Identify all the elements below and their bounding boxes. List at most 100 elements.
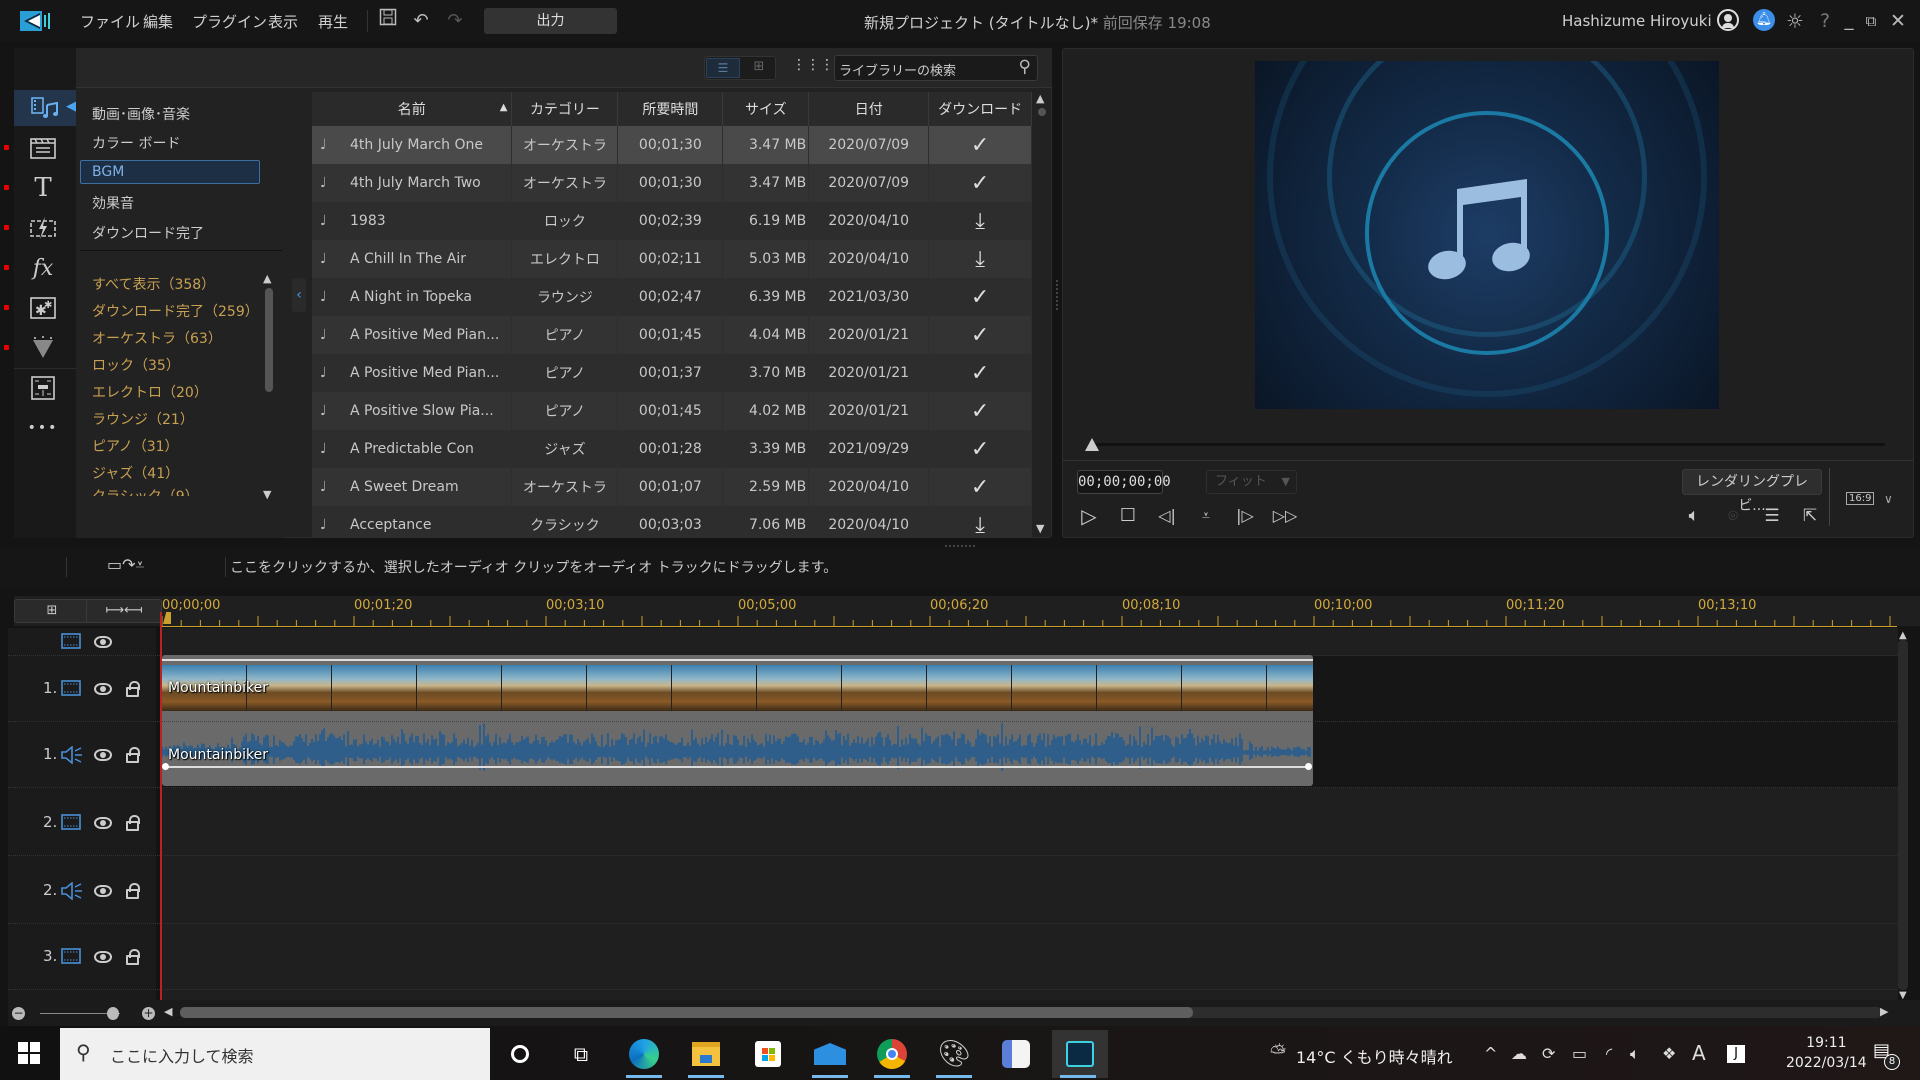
undo-icon[interactable]: ↶ xyxy=(408,8,434,34)
visibility-eye-icon[interactable] xyxy=(94,636,112,648)
visibility-eye-icon[interactable] xyxy=(94,683,112,695)
table-scroll-thumb[interactable] xyxy=(1038,108,1046,116)
aspect-chevron-icon[interactable]: ∨ xyxy=(1884,492,1893,506)
subtitle-room-icon[interactable] xyxy=(14,370,72,406)
aspect-ratio-badge[interactable]: 16:9 xyxy=(1846,492,1875,505)
filter-rock[interactable]: ロック（35） xyxy=(92,355,180,375)
particle-room-icon[interactable] xyxy=(4,330,72,366)
download-icon[interactable]: ⤓ xyxy=(928,506,1032,538)
split-marker-icon[interactable]: ⩡ xyxy=(1192,502,1220,530)
effect-room-icon[interactable]: fx xyxy=(4,250,72,286)
pip-room-icon[interactable]: ✱ ✱ xyxy=(4,290,72,326)
table-row[interactable]: ♩ A Night in Topeka ラウンジ 00;02;47 6.39 MB 202… xyxy=(312,278,1032,316)
category-bgm[interactable]: BGM xyxy=(80,160,260,184)
tl-scroll-up-icon[interactable]: ▲ xyxy=(1899,630,1907,641)
file-explorer-icon[interactable] xyxy=(680,1030,732,1078)
filter-piano[interactable]: ピアノ（31） xyxy=(92,436,179,456)
more-rooms-icon[interactable]: ••• xyxy=(14,410,72,446)
weather-text[interactable]: 14°C くもり時々晴れ xyxy=(1296,1044,1453,1068)
col-header-size[interactable]: サイズ xyxy=(722,92,810,126)
media-room-icon[interactable]: ◀ xyxy=(14,90,76,126)
col-header-duration[interactable]: 所要時間 xyxy=(617,92,724,126)
title-room-icon[interactable]: T xyxy=(4,170,72,206)
table-row[interactable]: ♩ A Positive Med Pian... ピアノ 00;01;45 4.04 M… xyxy=(312,316,1032,354)
zoom-fit-select[interactable]: フィット ▼ xyxy=(1206,470,1297,494)
filter-electro[interactable]: エレクトロ（20） xyxy=(92,382,208,402)
cortana-icon[interactable] xyxy=(494,1030,546,1078)
visibility-eye-icon[interactable] xyxy=(94,749,112,761)
visibility-eye-icon[interactable] xyxy=(94,817,112,829)
hscroll-right-icon[interactable]: ▶ xyxy=(1880,1005,1888,1018)
system-clock[interactable]: 19:11 2022/03/14 xyxy=(1786,1033,1867,1073)
volume-keyframe-end[interactable] xyxy=(1305,763,1312,770)
filter-downloaded[interactable]: ダウンロード完了（259） xyxy=(92,301,259,321)
track-lock-icon[interactable] xyxy=(126,681,140,697)
dropbox-icon[interactable]: ❖ xyxy=(1662,1044,1676,1063)
playhead-line[interactable] xyxy=(160,612,162,1002)
filter-all[interactable]: すべて表示（358） xyxy=(92,274,215,294)
search-icon[interactable]: ⚲ xyxy=(1019,57,1031,77)
volume-tray-icon[interactable]: 🔈︎ xyxy=(1630,1044,1640,1064)
output-button[interactable]: 出力 xyxy=(484,8,617,34)
volume-keyframe-start[interactable] xyxy=(162,763,169,770)
close-icon[interactable]: ✕ xyxy=(1885,8,1911,34)
task-view-icon[interactable]: ⧉ xyxy=(555,1030,607,1078)
menu-playback[interactable]: 再生 xyxy=(318,11,348,32)
fast-forward-icon[interactable]: ▷▷ xyxy=(1271,502,1299,530)
col-header-download[interactable]: ダウンロード xyxy=(928,92,1032,126)
table-row[interactable]: ♩ 1983 ロック 00;02;39 6.19 MB 2020/04/10 ⤓ xyxy=(312,202,1032,240)
save-icon[interactable] xyxy=(375,8,401,34)
hscroll-thumb[interactable] xyxy=(180,1007,1193,1018)
filter-jazz[interactable]: ジャズ（41） xyxy=(92,463,179,483)
menu-file[interactable]: ファイル xyxy=(80,11,140,32)
visibility-eye-icon[interactable] xyxy=(94,885,112,897)
library-search-input[interactable]: ライブラリーの検索 ⚲ xyxy=(834,55,1038,81)
chrome-icon[interactable] xyxy=(866,1030,918,1078)
table-row[interactable]: ♩ A Positive Med Pian... ピアノ 00;01;37 3.70 M… xyxy=(312,354,1032,392)
filter-scroll-down-icon[interactable]: ▼ xyxy=(263,488,271,501)
windows-start-icon[interactable] xyxy=(18,1042,40,1068)
track-lock-icon[interactable] xyxy=(126,747,140,763)
list-view-icon[interactable]: ☰ xyxy=(706,58,740,78)
menu-view[interactable]: 表示 xyxy=(268,11,298,32)
ime-indicator[interactable]: A xyxy=(1692,1041,1706,1065)
insert-audio-icon[interactable]: ▭↷⩡ xyxy=(107,555,145,575)
category-downloaded[interactable]: ダウンロード完了 xyxy=(92,223,204,243)
volume-icon[interactable]: 🔈︎ xyxy=(1680,502,1708,530)
zoom-in-icon[interactable]: + xyxy=(142,1007,155,1020)
notification-bell-icon[interactable]: 🔔︎ xyxy=(1753,9,1775,31)
volume-line[interactable] xyxy=(164,766,1309,768)
ime-mode-icon[interactable]: J xyxy=(1727,1045,1745,1063)
show-hidden-icons[interactable]: ^ xyxy=(1484,1044,1497,1063)
preview-quality-icon[interactable]: ☰ xyxy=(1758,502,1786,530)
category-media[interactable]: 動画･画像･音楽 xyxy=(92,104,190,124)
table-row[interactable]: ♩ 4th July March One オーケストラ 00;01;30 3.47 MB… xyxy=(312,126,1032,164)
table-row[interactable]: ♩ A Sweet Dream オーケストラ 00;01;07 2.59 MB 2020/… xyxy=(312,468,1032,506)
col-header-name[interactable]: 名前 ▲ xyxy=(312,92,513,126)
render-preview-button[interactable]: レンダリングプレビ... xyxy=(1682,469,1822,514)
timeline-vertical-scrollbar[interactable] xyxy=(1898,640,1908,990)
wifi-icon[interactable]: ◜ xyxy=(1606,1044,1612,1063)
download-icon[interactable]: ⤓ xyxy=(928,202,1032,240)
snapshot-camera-icon[interactable]: ⌾ xyxy=(1719,502,1747,530)
grid-view-icon[interactable]: ⊞ xyxy=(742,58,776,78)
timecode-display[interactable]: 00;00;00;00 xyxy=(1077,470,1171,494)
edge-icon[interactable] xyxy=(618,1030,670,1078)
download-icon[interactable]: ⤓ xyxy=(928,240,1032,278)
zoom-slider-thumb[interactable] xyxy=(107,1007,119,1020)
table-scroll-down-icon[interactable]: ▼ xyxy=(1036,522,1044,535)
sort-options-icon[interactable]: ⋮⋮⋮ xyxy=(792,57,834,73)
play-icon[interactable]: ▷ xyxy=(1075,502,1103,530)
paint-icon[interactable]: 🎨︎ xyxy=(928,1030,980,1078)
category-sound-fx[interactable]: 効果音 xyxy=(92,193,134,213)
track-lock-icon[interactable] xyxy=(126,815,140,831)
track-manager-button[interactable]: ⊞ xyxy=(14,599,90,623)
help-icon[interactable]: ? xyxy=(1812,8,1838,34)
settings-gear-icon[interactable]: ☼ xyxy=(1782,8,1808,34)
filter-scroll-up-icon[interactable]: ▲ xyxy=(263,272,271,285)
account-icon[interactable] xyxy=(1717,9,1739,31)
hscroll-left-icon[interactable]: ◀ xyxy=(164,1005,172,1018)
fit-timeline-button[interactable]: ⟼⟻ xyxy=(86,599,162,623)
table-row[interactable]: ♩ A Positive Slow Pia... ピアノ 00;01;45 4.02 M… xyxy=(312,392,1032,430)
redo-icon[interactable]: ↷ xyxy=(442,8,468,34)
